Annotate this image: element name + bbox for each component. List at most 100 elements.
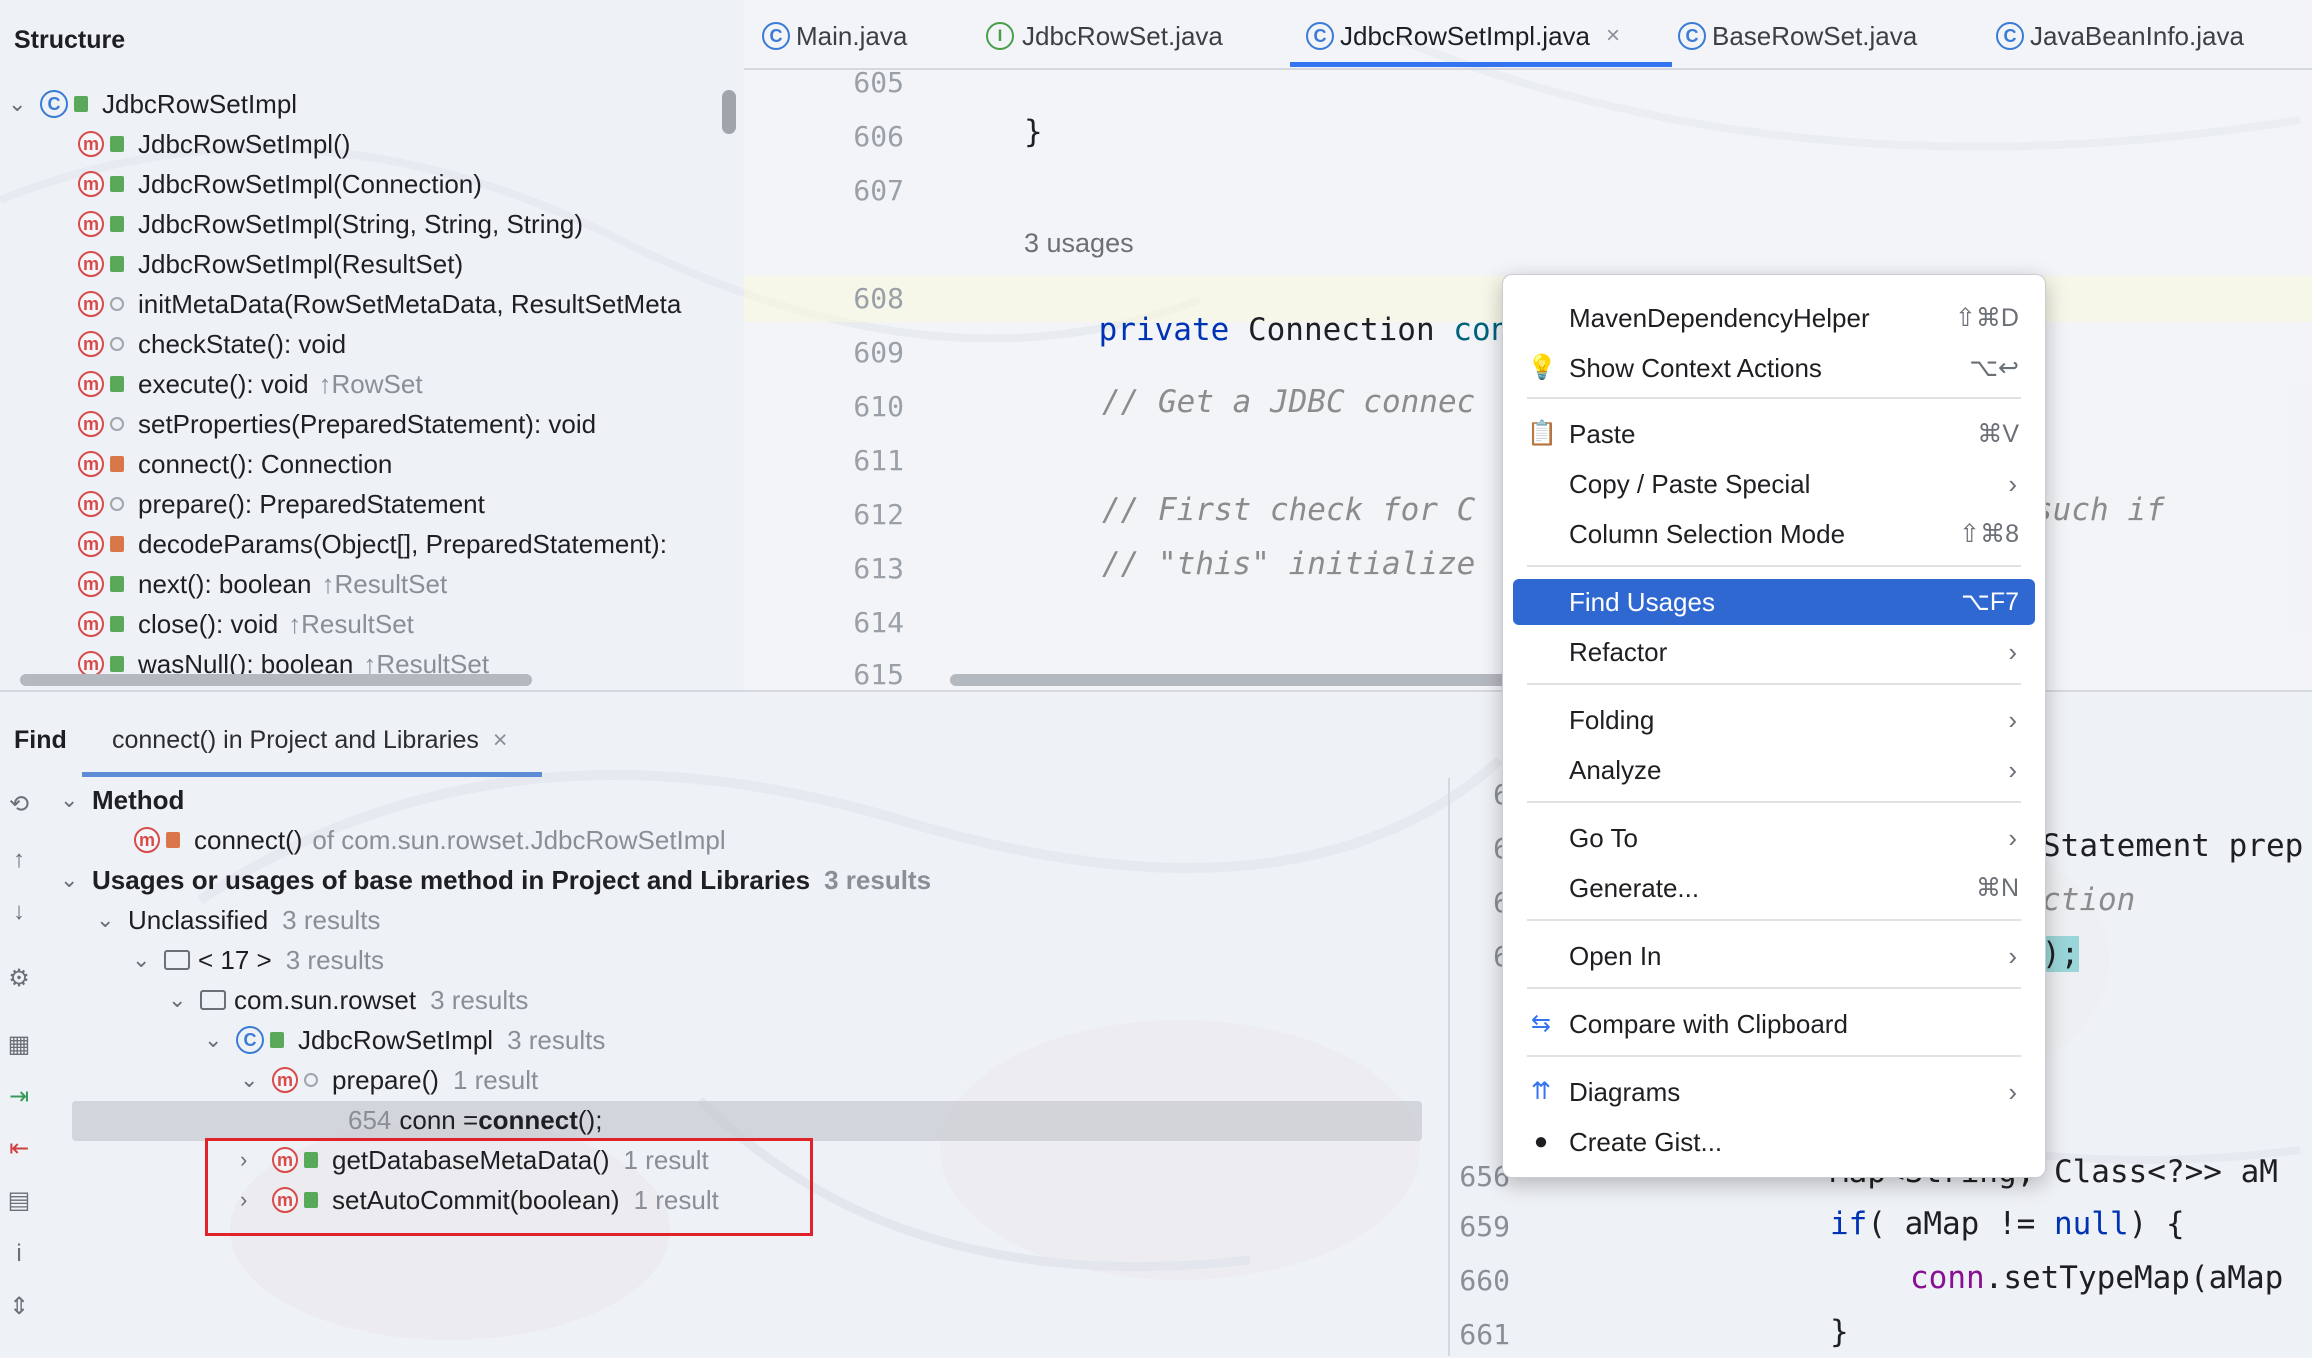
rerun-icon[interactable]: ⟲ — [4, 790, 34, 820]
chevron-down-icon[interactable]: ⌄ — [60, 867, 80, 893]
find-tab[interactable]: connect() in Project and Libraries × — [112, 726, 507, 755]
method-name: connect() — [194, 824, 303, 855]
structure-root[interactable]: ⌄ C JdbcRowSetImpl — [8, 84, 297, 124]
method-target[interactable]: m connect() of com.sun.rowset.JdbcRowSet… — [134, 821, 726, 859]
code-closing-brace[interactable]: } — [1024, 114, 1043, 150]
menu-item-show-context-actions[interactable]: 💡 Show Context Actions ⌥↩ — [1513, 345, 2035, 391]
structure-item[interactable]: m prepare(): PreparedStatement — [78, 484, 485, 524]
chevron-down-icon[interactable]: ⌄ — [168, 987, 188, 1013]
public-icon — [270, 1032, 284, 1048]
menu-item-diagrams[interactable]: ⇈ Diagrams › — [1513, 1069, 2035, 1115]
prepare-node[interactable]: ⌄ m prepare() 1 result — [240, 1061, 538, 1099]
chevron-down-icon[interactable]: ⌄ — [96, 907, 116, 933]
usages-group[interactable]: ⌄ Usages or usages of base method in Pro… — [60, 861, 931, 899]
preview-code[interactable]: } — [1830, 1314, 1849, 1350]
structure-item[interactable]: m initMetaData(RowSetMetaData, ResultSetM… — [78, 284, 681, 324]
menu-item-refactor[interactable]: Refactor › — [1513, 629, 2035, 675]
method-icon: m — [78, 371, 104, 397]
menu-item-analyze[interactable]: Analyze › — [1513, 747, 2035, 793]
chevron-right-icon: › — [2008, 1076, 2017, 1107]
editor-hscrollbar[interactable] — [950, 674, 1510, 686]
unclassified-group[interactable]: ⌄ Unclassified 3 results — [96, 901, 380, 939]
chevron-down-icon[interactable]: ⌄ — [60, 787, 80, 813]
structure-item-label: JdbcRowSetImpl() — [138, 128, 351, 159]
chevron-down-icon[interactable]: ⌄ — [240, 1067, 260, 1093]
method-group[interactable]: ⌄ Method — [60, 781, 184, 819]
line-number: 6 — [1440, 832, 1510, 865]
arrow-down-icon[interactable]: ↓ — [4, 898, 34, 928]
package-node[interactable]: ⌄ com.sun.rowset 3 results — [168, 981, 528, 1019]
preview-code[interactable]: Statement prep — [2042, 828, 2303, 864]
private-icon — [110, 536, 124, 552]
structure-item[interactable]: m JdbcRowSetImpl(ResultSet) — [78, 244, 463, 284]
structure-item[interactable]: m JdbcRowSetImpl(String, String, String) — [78, 204, 583, 244]
menu-item-create-gist[interactable]: ● Create Gist... — [1513, 1119, 2035, 1165]
line-number: 610 — [853, 390, 904, 423]
chevron-down-icon[interactable]: ⌄ — [132, 947, 152, 973]
class-node[interactable]: ⌄ C JdbcRowSetImpl 3 results — [204, 1021, 605, 1059]
structure-item[interactable]: m close(): void ↑ResultSet — [78, 604, 414, 644]
menu-item-go-to[interactable]: Go To › — [1513, 815, 2035, 861]
chevron-down-icon[interactable]: ⌄ — [8, 91, 28, 117]
tab-baserowset-java[interactable]: C BaseRowSet.java — [1678, 14, 1917, 58]
editor-tabs: C Main.java I JdbcRowSet.java C JdbcRowS… — [744, 0, 2312, 70]
code-comment-tail[interactable]: such if — [2034, 492, 2165, 528]
structure-item[interactable]: m JdbcRowSetImpl() — [78, 124, 350, 164]
tab-javabeaninfo-java[interactable]: C JavaBeanInfo.java — [1996, 14, 2244, 58]
import-icon[interactable]: ⇥ — [4, 1082, 34, 1112]
preview-comment[interactable]: ction — [2042, 882, 2135, 918]
tab-main-java[interactable]: C Main.java — [762, 14, 907, 58]
code-comment[interactable]: // Get a JDBC connec — [1102, 384, 1475, 420]
expand-collapse-icon[interactable]: ⇕ — [4, 1292, 34, 1322]
preview-match: ); — [2042, 936, 2080, 972]
menu-item-column-selection-mode[interactable]: Column Selection Mode ⇧⌘8 — [1513, 511, 2035, 557]
class-icon: C — [1306, 22, 1334, 50]
settings-icon[interactable]: ⚙ — [4, 964, 34, 994]
class-label: JdbcRowSetImpl — [298, 1024, 494, 1055]
menu-item-find-usages[interactable]: Find Usages ⌥F7 — [1513, 579, 2035, 625]
menu-item-open-in[interactable]: Open In › — [1513, 933, 2035, 979]
structure-item[interactable]: m checkState(): void — [78, 324, 346, 364]
structure-item[interactable]: m execute(): void ↑RowSet — [78, 364, 423, 404]
menu-item-folding[interactable]: Folding › — [1513, 697, 2035, 743]
type-name: Connection — [1247, 312, 1435, 348]
chevron-down-icon[interactable]: ⌄ — [204, 1027, 224, 1053]
tab-jdbcrowsetimpl-java[interactable]: C JdbcRowSetImpl.java × — [1306, 14, 1620, 58]
menu-item-generate[interactable]: Generate... ⌘N — [1513, 865, 2035, 911]
structure-scrollbar[interactable] — [722, 90, 736, 134]
structure-item[interactable]: m connect(): Connection — [78, 444, 392, 484]
inherited-from: ↑ResultSet — [321, 568, 448, 599]
folder-settings-icon[interactable]: ▤ — [4, 1186, 34, 1216]
usages-hint[interactable]: 3 usages — [1024, 228, 1134, 259]
preview-code[interactable]: conn.setTypeMap(aMap — [1910, 1260, 2283, 1296]
method-icon: m — [78, 451, 104, 477]
usage-line[interactable]: 654 conn = connect (); — [348, 1101, 602, 1139]
structure-panel: Structure ⌄ C JdbcRowSetImpl m JdbcRowSet… — [0, 0, 744, 690]
structure-item[interactable]: m next(): boolean ↑ResultSet — [78, 564, 447, 604]
close-icon[interactable]: × — [493, 726, 508, 754]
arrow-up-icon[interactable]: ↑ — [4, 846, 34, 876]
module-node[interactable]: ⌄ < 17 > 3 results — [132, 941, 384, 979]
menu-item-mavendependencyhelper[interactable]: MavenDependencyHelper ⇧⌘D — [1513, 295, 2035, 341]
menu-item-copy-paste-special[interactable]: Copy / Paste Special › — [1513, 461, 2035, 507]
line-number: 6 — [1440, 940, 1510, 973]
structure-item[interactable]: m JdbcRowSetImpl(Connection) — [78, 164, 482, 204]
preview-code[interactable]: ); — [2042, 936, 2080, 972]
close-icon[interactable]: × — [1606, 22, 1620, 50]
menu-item-paste[interactable]: 📋 Paste ⌘V — [1513, 411, 2035, 457]
line-number: 615 — [853, 658, 904, 691]
structure-item[interactable]: m decodeParams(Object[], PreparedStatemen… — [78, 524, 667, 564]
code-comment[interactable]: // First check for C — [1102, 492, 1475, 528]
export-icon[interactable]: ⇤ — [4, 1134, 34, 1164]
code-field-declaration[interactable]: private Connection conne — [1024, 276, 1547, 384]
group-icon[interactable]: ▦ — [4, 1030, 34, 1060]
preview-code[interactable]: if( aMap != null) { — [1830, 1206, 2185, 1242]
structure-hscrollbar[interactable] — [20, 674, 532, 686]
info-icon[interactable]: i — [4, 1240, 34, 1270]
tab-label: JavaBeanInfo.java — [2030, 20, 2244, 51]
menu-item-compare-with-clipboard[interactable]: ⇆ Compare with Clipboard — [1513, 1001, 2035, 1047]
tab-jdbcrowset-java[interactable]: I JdbcRowSet.java — [986, 14, 1223, 58]
code-comment[interactable]: // "this" initialize — [1102, 546, 1475, 582]
selected-result-row — [72, 1101, 1422, 1141]
structure-item[interactable]: m setProperties(PreparedStatement): void — [78, 404, 596, 444]
